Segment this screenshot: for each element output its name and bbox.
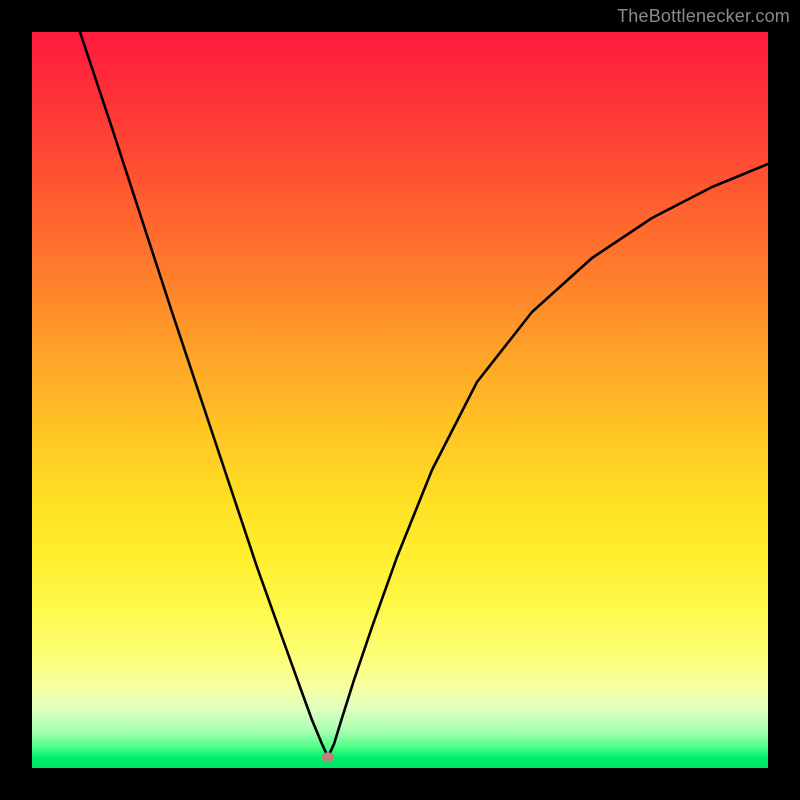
chart-frame: TheBottlenecker.com [0,0,800,800]
bottleneck-curve [32,32,768,768]
plot-area [32,32,768,768]
curve-line [80,32,768,757]
watermark-text: TheBottlenecker.com [617,6,790,27]
minimum-marker [322,753,334,762]
